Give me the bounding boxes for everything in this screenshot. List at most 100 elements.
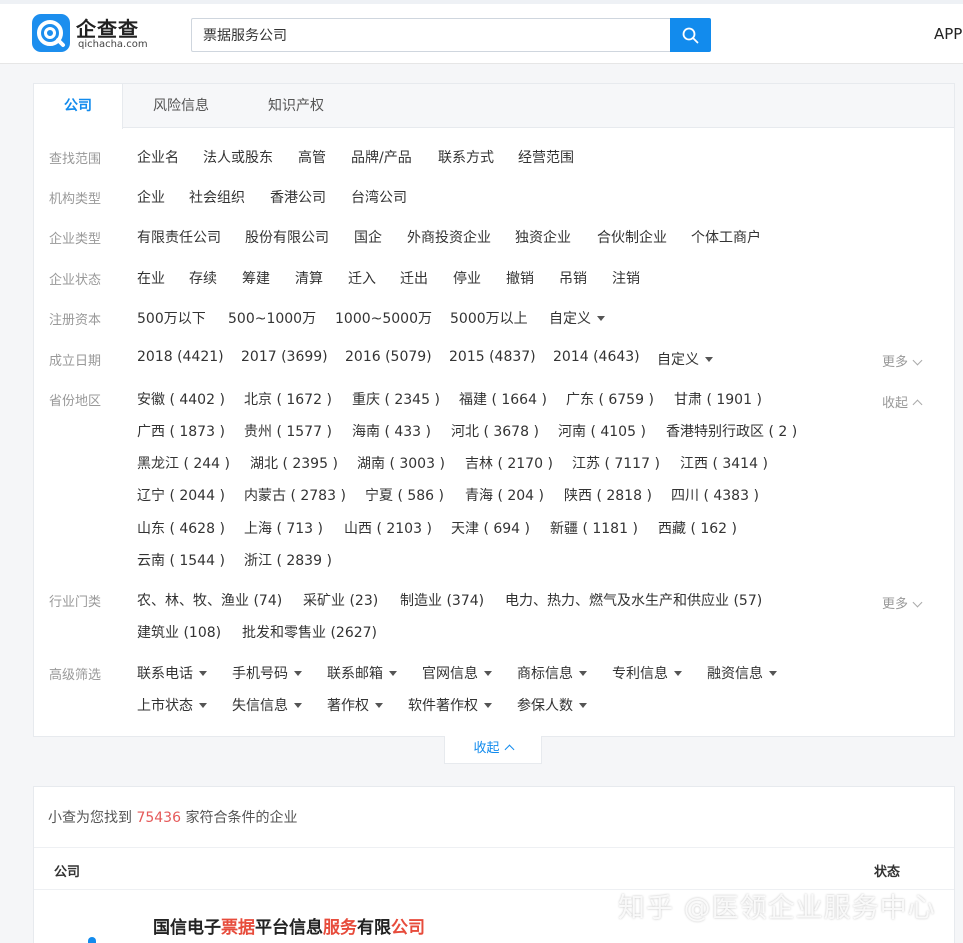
- industry-option[interactable]: 制造业 (374): [400, 590, 484, 610]
- region-option[interactable]: 山西 ( 2103 ): [344, 518, 432, 538]
- tab-company[interactable]: 公司: [34, 84, 123, 129]
- region-option[interactable]: 安徽 ( 4402 ): [137, 389, 225, 409]
- region-option[interactable]: 吉林 ( 2170 ): [465, 453, 553, 473]
- filter-option[interactable]: 台湾公司: [351, 187, 407, 207]
- filter-option[interactable]: 在业: [137, 268, 165, 288]
- filter-option[interactable]: 企业: [137, 187, 165, 207]
- advanced-dropdown[interactable]: 上市状态: [137, 695, 207, 715]
- filter-option[interactable]: 企业名: [137, 147, 179, 167]
- advanced-dropdown[interactable]: 专利信息: [612, 663, 682, 683]
- industry-more-link[interactable]: 更多: [882, 593, 923, 612]
- region-option[interactable]: 黑龙江 ( 244 ): [137, 453, 230, 473]
- filter-option[interactable]: 2014 (4643): [553, 349, 640, 365]
- region-option[interactable]: 湖北 ( 2395 ): [250, 453, 338, 473]
- filter-option[interactable]: 国企: [354, 227, 382, 247]
- filter-option[interactable]: 社会组织: [189, 187, 245, 207]
- advanced-dropdown[interactable]: 著作权: [327, 695, 383, 715]
- filter-option[interactable]: 5000万以上: [450, 308, 528, 328]
- industry-option[interactable]: 建筑业 (108): [137, 622, 221, 642]
- region-option[interactable]: 河北 ( 3678 ): [451, 421, 539, 441]
- region-option[interactable]: 辽宁 ( 2044 ): [137, 485, 225, 505]
- region-option[interactable]: 河南 ( 4105 ): [558, 421, 646, 441]
- filter-option[interactable]: 吊销: [559, 268, 587, 288]
- custom-date-dropdown[interactable]: 自定义: [657, 349, 713, 369]
- advanced-dropdown[interactable]: 手机号码: [232, 663, 302, 683]
- site-logo[interactable]: 企查查 qichacha.com: [32, 14, 148, 54]
- collapse-filters-button[interactable]: 收起: [444, 736, 542, 764]
- app-download-link[interactable]: APP: [934, 25, 962, 43]
- region-option[interactable]: 重庆 ( 2345 ): [352, 389, 440, 409]
- company-name-link[interactable]: 国信电子票据平台信息服务有限公司: [153, 913, 425, 938]
- filter-option[interactable]: 品牌/产品: [351, 147, 412, 167]
- region-option[interactable]: 甘肃 ( 1901 ): [674, 389, 762, 409]
- region-option[interactable]: 四川 ( 4383 ): [671, 485, 759, 505]
- region-option[interactable]: 青海 ( 204 ): [465, 485, 544, 505]
- custom-capital-dropdown[interactable]: 自定义: [549, 308, 605, 328]
- advanced-dropdown[interactable]: 联系邮箱: [327, 663, 397, 683]
- region-option[interactable]: 宁夏 ( 586 ): [365, 485, 444, 505]
- filter-option[interactable]: 迁入: [348, 268, 376, 288]
- filter-option[interactable]: 撤销: [506, 268, 534, 288]
- region-option[interactable]: 江苏 ( 7117 ): [572, 453, 660, 473]
- region-option[interactable]: 贵州 ( 1577 ): [244, 421, 332, 441]
- filter-option[interactable]: 2016 (5079): [345, 349, 432, 365]
- filter-option[interactable]: 外商投资企业: [407, 227, 491, 247]
- filter-option[interactable]: 联系方式: [438, 147, 494, 167]
- filter-option[interactable]: 500~1000万: [228, 308, 316, 328]
- advanced-dropdown[interactable]: 参保人数: [517, 695, 587, 715]
- filter-option[interactable]: 香港公司: [270, 187, 326, 207]
- filter-option[interactable]: 存续: [189, 268, 217, 288]
- tab-ip[interactable]: 知识产权: [252, 84, 340, 128]
- region-option[interactable]: 云南 ( 1544 ): [137, 550, 225, 570]
- region-option[interactable]: 山东 ( 4628 ): [137, 518, 225, 538]
- region-option[interactable]: 福建 ( 1664 ): [459, 389, 547, 409]
- industry-option[interactable]: 电力、热力、燃气及水生产和供应业 (57): [505, 590, 762, 610]
- industry-option[interactable]: 采矿业 (23): [303, 590, 378, 610]
- founded-more-link[interactable]: 更多: [882, 351, 923, 370]
- region-option[interactable]: 浙江 ( 2839 ): [244, 550, 332, 570]
- filter-option[interactable]: 2018 (4421): [137, 349, 224, 365]
- advanced-dropdown[interactable]: 软件著作权: [408, 695, 492, 715]
- filter-option[interactable]: 筹建: [242, 268, 270, 288]
- search-button[interactable]: [670, 18, 711, 52]
- filter-option[interactable]: 2015 (4837): [449, 349, 536, 365]
- region-option[interactable]: 内蒙古 ( 2783 ): [244, 485, 346, 505]
- advanced-dropdown[interactable]: 商标信息: [517, 663, 587, 683]
- filter-option[interactable]: 迁出: [400, 268, 428, 288]
- industry-option[interactable]: 批发和零售业 (2627): [242, 622, 377, 642]
- region-option[interactable]: 香港特别行政区 ( 2 ): [666, 421, 797, 441]
- filter-option[interactable]: 高管: [298, 147, 326, 167]
- advanced-dropdown[interactable]: 失信信息: [232, 695, 302, 715]
- region-option[interactable]: 海南 ( 433 ): [352, 421, 431, 441]
- region-option[interactable]: 新疆 ( 1181 ): [550, 518, 638, 538]
- region-option[interactable]: 西藏 ( 162 ): [658, 518, 737, 538]
- filter-option[interactable]: 独资企业: [515, 227, 571, 247]
- filter-option[interactable]: 经营范围: [518, 147, 574, 167]
- filter-option[interactable]: 500万以下: [137, 308, 206, 328]
- filter-option[interactable]: 有限责任公司: [137, 227, 221, 247]
- filter-option[interactable]: 合伙制企业: [597, 227, 667, 247]
- region-option[interactable]: 江西 ( 3414 ): [680, 453, 768, 473]
- filter-option[interactable]: 清算: [295, 268, 323, 288]
- region-option[interactable]: 上海 ( 713 ): [244, 518, 323, 538]
- region-option[interactable]: 广东 ( 6759 ): [566, 389, 654, 409]
- advanced-dropdown[interactable]: 联系电话: [137, 663, 207, 683]
- filter-option[interactable]: 法人或股东: [203, 147, 273, 167]
- region-option[interactable]: 陕西 ( 2818 ): [564, 485, 652, 505]
- advanced-dropdown[interactable]: 官网信息: [422, 663, 492, 683]
- advanced-dropdown[interactable]: 融资信息: [707, 663, 777, 683]
- industry-option[interactable]: 农、林、牧、渔业 (74): [137, 590, 282, 610]
- filter-option[interactable]: 停业: [453, 268, 481, 288]
- filter-option[interactable]: 2017 (3699): [241, 349, 328, 365]
- region-option[interactable]: 广西 ( 1873 ): [137, 421, 225, 441]
- filter-option[interactable]: 1000~5000万: [335, 308, 432, 328]
- region-option[interactable]: 北京 ( 1672 ): [244, 389, 332, 409]
- region-collapse-link[interactable]: 收起: [882, 392, 923, 411]
- region-option[interactable]: 湖南 ( 3003 ): [357, 453, 445, 473]
- search-input[interactable]: [192, 19, 671, 51]
- tab-risk[interactable]: 风险信息: [137, 84, 225, 128]
- filter-option[interactable]: 股份有限公司: [245, 227, 329, 247]
- region-option[interactable]: 天津 ( 694 ): [451, 518, 530, 538]
- filter-option[interactable]: 注销: [612, 268, 640, 288]
- filter-option[interactable]: 个体工商户: [691, 227, 761, 247]
